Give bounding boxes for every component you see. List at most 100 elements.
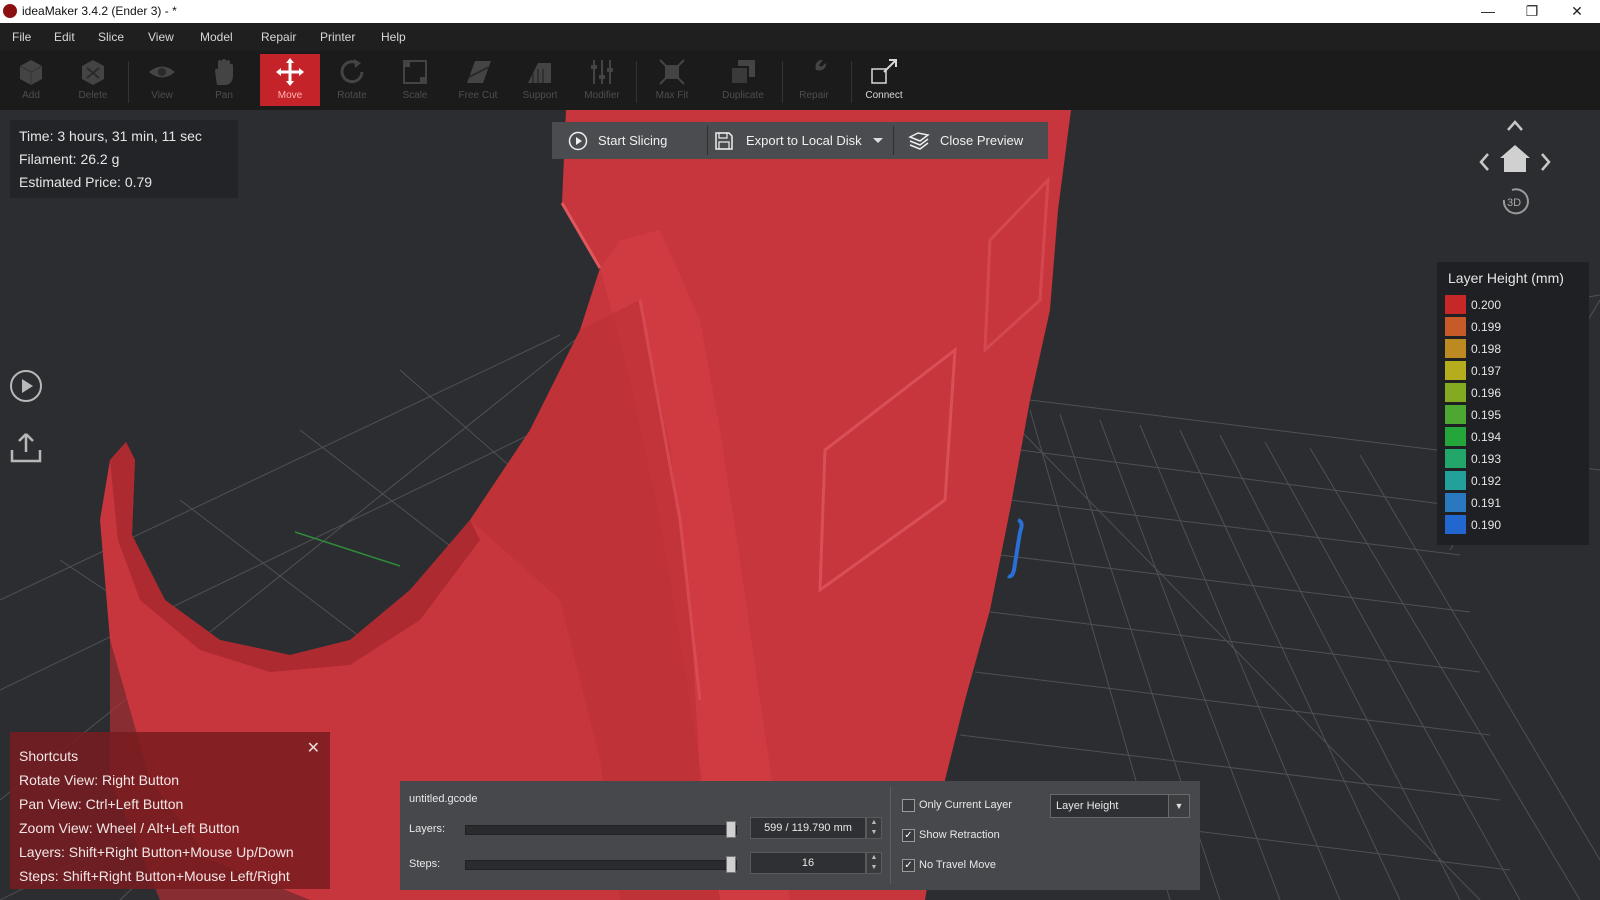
menu-help[interactable]: Help (381, 30, 406, 44)
home-view-icon[interactable] (1500, 145, 1530, 172)
color-mode-select[interactable]: Layer Height ▼ (1050, 794, 1190, 818)
legend-swatch (1445, 493, 1466, 512)
slice-action-bar: Start Slicing Export to Local Disk Close… (552, 122, 1048, 159)
show-retraction-label: Show Retraction (919, 829, 1000, 841)
checkbox-box[interactable] (902, 799, 915, 812)
maximize-button[interactable]: ❐ (1510, 0, 1554, 23)
export-options-dropdown[interactable] (872, 122, 886, 159)
menu-slice[interactable]: Slice (98, 30, 124, 44)
eye-icon (149, 66, 175, 78)
close-shortcuts-icon[interactable]: ✕ (307, 738, 320, 758)
play-animation-icon[interactable] (8, 368, 44, 404)
app-logo-icon (3, 4, 17, 18)
legend-value: 0.196 (1471, 386, 1502, 400)
layers-spinner[interactable]: ▲ ▼ (866, 817, 882, 839)
tool-add-button[interactable]: Add (1, 54, 61, 106)
legend-swatch (1445, 427, 1466, 446)
slice-bar-separator (707, 126, 708, 155)
checkbox-checked-icon[interactable]: ✓ (902, 859, 915, 872)
legend-value: 0.192 (1471, 474, 1502, 488)
connect-icon (871, 59, 897, 84)
view-navigation-widget: 3D (1476, 112, 1566, 227)
view-3d-label[interactable]: 3D (1507, 197, 1521, 209)
legend-swatch (1445, 317, 1466, 336)
chevron-right-icon[interactable] (1541, 153, 1551, 171)
tool-modifier-button[interactable]: Modifier (572, 54, 632, 106)
menu-file[interactable]: File (12, 30, 31, 44)
legend-swatch (1445, 471, 1466, 490)
tool-support-button[interactable]: Support (510, 54, 570, 106)
steps-spinner[interactable]: ▲ ▼ (866, 852, 882, 874)
tool-delete-button[interactable]: Delete (63, 54, 123, 106)
chevron-down-icon[interactable]: ▼ (1168, 795, 1189, 817)
start-slicing-button[interactable]: Start Slicing (568, 122, 698, 159)
tool-scale-button[interactable]: Scale (385, 54, 445, 106)
legend-swatch (1445, 449, 1466, 468)
legend-value: 0.200 (1471, 298, 1502, 312)
tool-repair-label: Repair (799, 90, 829, 101)
tool-view-button[interactable]: View (132, 54, 192, 106)
close-window-button[interactable]: ✕ (1555, 0, 1599, 23)
modifier-icon (591, 60, 613, 84)
legend-value: 0.193 (1471, 452, 1502, 466)
add-cube-icon (19, 60, 43, 85)
save-disk-icon (715, 132, 733, 150)
slice-bar-separator (893, 126, 894, 155)
upload-export-icon[interactable] (8, 430, 44, 466)
legend-value: 0.197 (1471, 364, 1502, 378)
retraction-marker (1007, 518, 1024, 579)
chevron-up-icon[interactable] (1507, 120, 1523, 131)
tool-rotate-button[interactable]: Rotate (322, 54, 382, 106)
legend-swatch (1445, 515, 1466, 534)
hand-icon (215, 59, 233, 85)
tool-duplicate-button[interactable]: Duplicate (713, 54, 773, 106)
spin-up-icon[interactable]: ▲ (867, 818, 881, 828)
stat-filament: Filament: 26.2 g (19, 151, 120, 167)
tool-pan-button[interactable]: Pan (194, 54, 254, 106)
toolbar-separator (782, 61, 783, 103)
spin-up-icon[interactable]: ▲ (867, 853, 881, 863)
menu-model[interactable]: Model (200, 30, 233, 44)
export-local-disk-button[interactable]: Export to Local Disk (714, 122, 869, 159)
scale-icon (403, 60, 427, 84)
rotate-icon (340, 59, 364, 84)
legend-swatch (1445, 295, 1466, 314)
close-preview-button[interactable]: Close Preview (908, 122, 1038, 159)
layers-slider[interactable] (465, 821, 737, 838)
menu-bar: File Edit Slice View Model Repair Printe… (0, 23, 1600, 51)
legend-value: 0.199 (1471, 320, 1502, 334)
close-preview-label: Close Preview (940, 133, 1024, 148)
chevron-left-icon[interactable] (1479, 153, 1489, 171)
spin-down-icon[interactable]: ▼ (867, 863, 881, 873)
tool-move-button[interactable]: Move (260, 54, 320, 106)
steps-slider-thumb[interactable] (726, 856, 736, 873)
toolbar-separator (851, 61, 852, 103)
tool-maxfit-button[interactable]: Max Fit (642, 54, 702, 106)
max-fit-icon (659, 59, 685, 85)
checkbox-checked-icon[interactable]: ✓ (902, 829, 915, 842)
shortcut-line: Steps: Shift+Right Button+Mouse Left/Rig… (19, 868, 290, 884)
tool-connect-button[interactable]: Connect (854, 54, 914, 106)
only-current-layer-label: Only Current Layer (919, 799, 1012, 811)
tool-repair-button[interactable]: Repair (784, 54, 844, 106)
move-arrows-icon (276, 58, 304, 86)
menu-printer[interactable]: Printer (320, 30, 355, 44)
tool-scale-label: Scale (402, 90, 428, 101)
gcode-preview-panel: untitled.gcode Layers: 599 / 119.790 mm … (400, 781, 1200, 890)
tool-maxfit-label: Max Fit (655, 90, 689, 101)
menu-view[interactable]: View (148, 30, 174, 44)
layers-slider-thumb[interactable] (726, 821, 736, 838)
steps-value-field[interactable]: 16 (750, 852, 866, 874)
steps-slider[interactable] (465, 856, 737, 873)
spin-down-icon[interactable]: ▼ (867, 828, 881, 838)
legend-value: 0.191 (1471, 496, 1502, 510)
layers-value-field[interactable]: 599 / 119.790 mm (750, 817, 866, 839)
gcode-filename: untitled.gcode (409, 793, 478, 805)
tool-delete-label: Delete (78, 90, 108, 101)
preview-separator (890, 787, 891, 884)
menu-repair[interactable]: Repair (261, 30, 296, 44)
tool-freecut-button[interactable]: Free Cut (448, 54, 508, 106)
minimize-button[interactable]: — (1466, 0, 1510, 23)
window-title-bar: ideaMaker 3.4.2 (Ender 3) - * — ❐ ✕ (0, 0, 1600, 23)
menu-edit[interactable]: Edit (54, 30, 75, 44)
